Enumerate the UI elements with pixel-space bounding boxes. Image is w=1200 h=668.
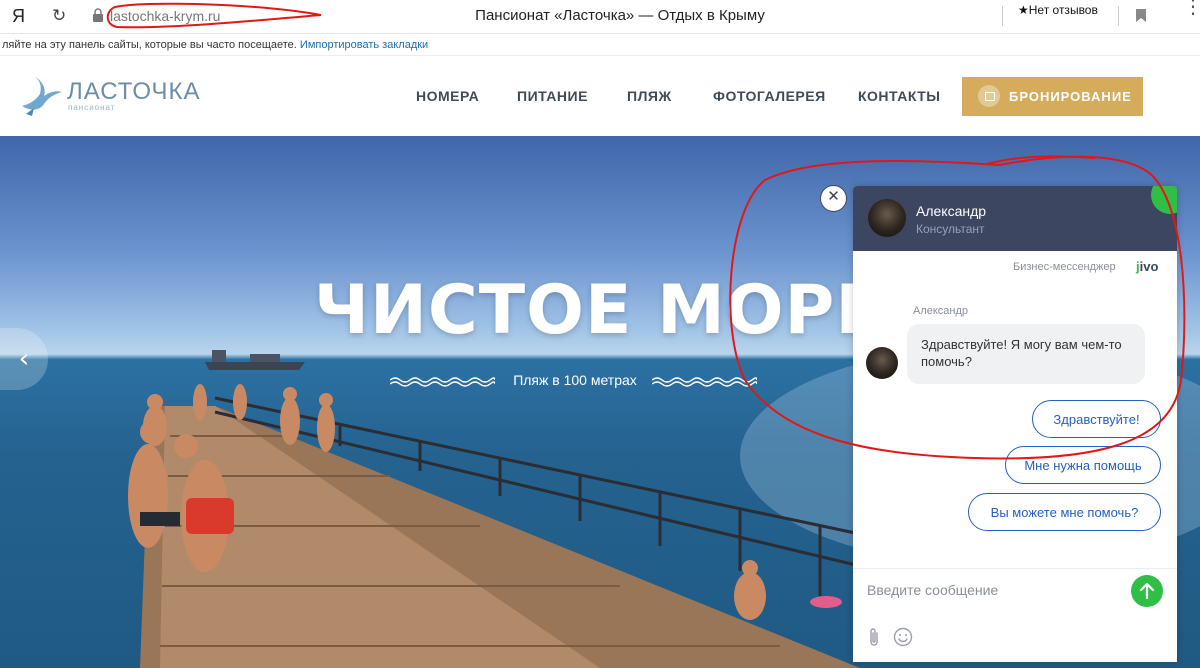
send-button[interactable] [1131, 575, 1163, 607]
browser-toolbar: Я ↻ lastochka-krym.ru Пансионат «Ласточк… [0, 0, 1200, 34]
hero-subtitle-row: Пляж в 100 метрах [390, 372, 760, 392]
more-icon[interactable]: ⋮ [1183, 0, 1200, 17]
chat-composer [853, 568, 1177, 662]
nav-gallery[interactable]: ФОТОГАЛЕРЕЯ [713, 88, 826, 104]
divider [1002, 6, 1003, 26]
online-status-indicator [1151, 186, 1177, 214]
message-author: Александр [913, 305, 969, 317]
bookmarks-bar: ляйте на эту панель сайты, которые вы ча… [0, 34, 1200, 56]
nav-food[interactable]: ПИТАНИЕ [517, 88, 588, 104]
message-input[interactable] [867, 579, 1117, 601]
wave-decoration-icon [652, 377, 757, 387]
wave-decoration-icon [390, 377, 495, 387]
divider [1118, 6, 1119, 26]
message-avatar [866, 347, 898, 379]
nav-contacts[interactable]: КОНТАКТЫ [858, 88, 940, 104]
site-header: ЛАСТОЧКА пансионат НОМЕРА ПИТАНИЕ ПЛЯЖ Ф… [0, 56, 1200, 136]
bookmarks-hint: ляйте на эту панель сайты, которые вы ча… [2, 39, 297, 51]
reviews-button[interactable]: ★Нет отзывов [1018, 3, 1098, 17]
chat-close-button[interactable]: ✕ [820, 185, 847, 212]
arrow-up-icon [1139, 582, 1155, 600]
agent-name: Александр [916, 203, 987, 219]
nav-rooms[interactable]: НОМЕРА [416, 88, 479, 104]
chat-header: Александр Консультант [853, 186, 1177, 251]
nav-beach[interactable]: ПЛЯЖ [627, 88, 672, 104]
attach-icon[interactable] [867, 627, 881, 647]
chat-widget: Александр Консультант Бизнес-мессенджер … [853, 186, 1177, 662]
agent-avatar [868, 199, 906, 237]
booking-button-label: БРОНИРОВАНИЕ [1009, 89, 1132, 104]
calendar-icon [978, 85, 1000, 107]
quick-reply-hello[interactable]: Здравствуйте! [1032, 400, 1161, 438]
swallow-logo-icon[interactable] [20, 76, 62, 118]
bookmark-icon[interactable] [1136, 9, 1146, 22]
import-bookmarks-link[interactable]: Импортировать закладки [300, 39, 428, 51]
quick-reply-need-help[interactable]: Мне нужна помощь [1005, 446, 1161, 484]
logo-name[interactable]: ЛАСТОЧКА [67, 78, 200, 106]
powered-by-label[interactable]: Бизнес-мессенджер [1013, 261, 1116, 273]
jivo-logo[interactable]: jivo [1136, 259, 1158, 274]
hero-subtitle: Пляж в 100 метрах [513, 372, 637, 388]
logo-subtitle: пансионат [68, 103, 116, 112]
hero-title: ЧИСТОЕ МОРЕ [314, 271, 883, 350]
message-bubble: Здравствуйте! Я могу вам чем-то помочь? [907, 324, 1145, 384]
emoji-icon[interactable] [893, 627, 913, 647]
quick-reply-can-you-help[interactable]: Вы можете мне помочь? [968, 493, 1161, 531]
booking-button[interactable]: БРОНИРОВАНИЕ [962, 77, 1143, 116]
jivo-logo-rest: ivo [1139, 259, 1159, 274]
agent-role: Консультант [916, 222, 985, 236]
